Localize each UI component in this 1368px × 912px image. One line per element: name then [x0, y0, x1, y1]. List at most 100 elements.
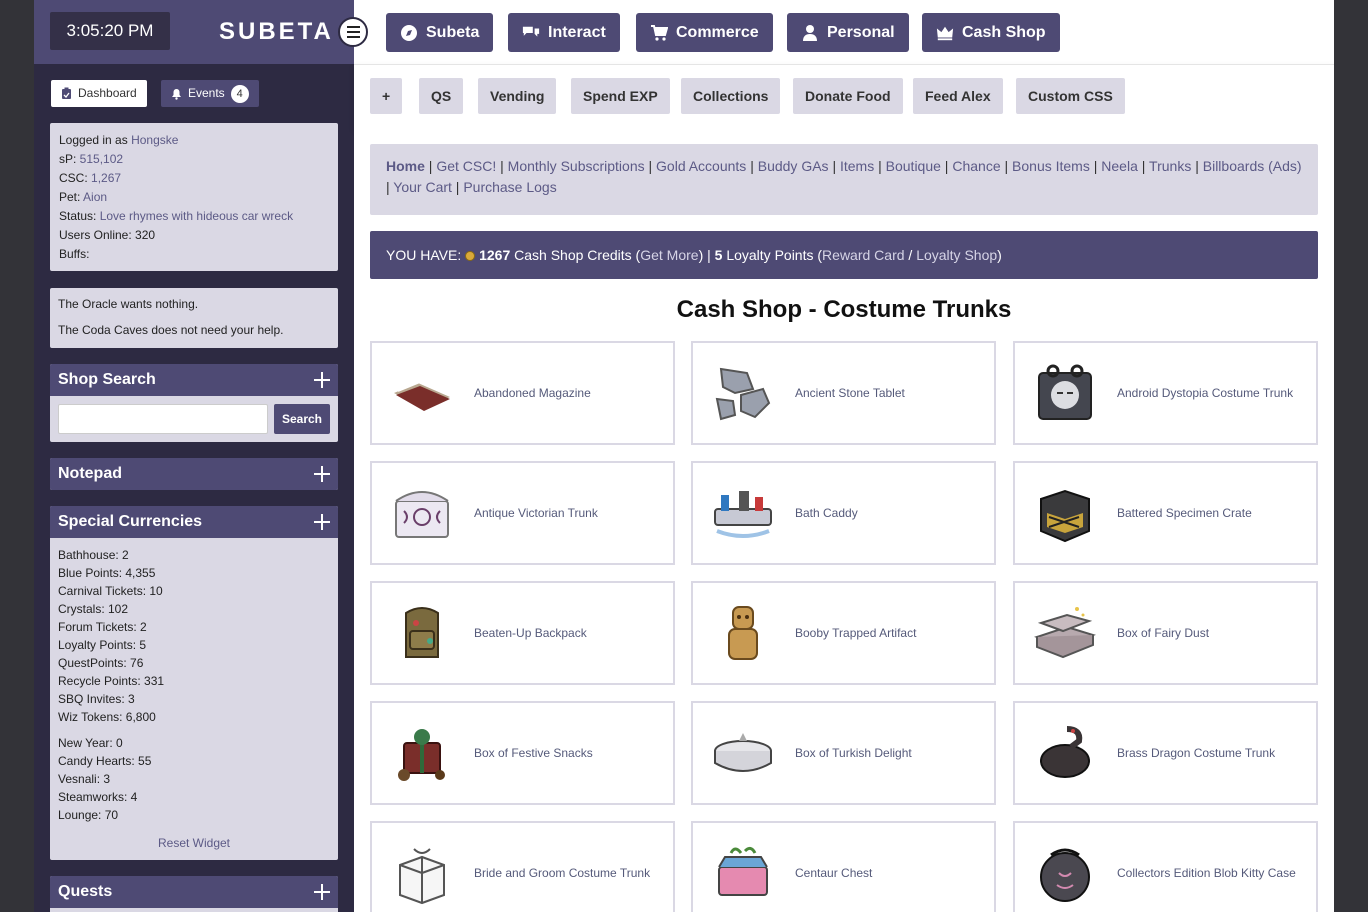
- turkish-delight-icon: [714, 733, 772, 772]
- hamburger-menu-button[interactable]: [338, 17, 368, 47]
- chat-icon: [522, 26, 540, 37]
- item-card[interactable]: Box of Turkish Delight: [691, 701, 996, 805]
- link-neela[interactable]: Neela: [1101, 158, 1138, 174]
- special-currencies-header[interactable]: Special Currencies: [50, 506, 338, 538]
- move-icon[interactable]: [314, 514, 330, 530]
- link-monthly-subscriptions[interactable]: Monthly Subscriptions: [508, 158, 645, 174]
- credits-value: 1267: [479, 247, 511, 263]
- subnav-donate-food[interactable]: Donate Food: [793, 78, 903, 114]
- notices-panel: The Oracle wants nothing. The Coda Caves…: [50, 288, 338, 348]
- idol-artifact-icon: [728, 606, 758, 660]
- currency-item: Loyalty Points: 5: [58, 638, 147, 652]
- link-bonus-items[interactable]: Bonus Items: [1012, 158, 1090, 174]
- fairy-dust-box-icon: [1034, 607, 1097, 659]
- backpack-icon: [405, 607, 439, 658]
- get-more-link[interactable]: Get More: [640, 247, 698, 263]
- subnav-spend-exp[interactable]: Spend EXP: [571, 78, 670, 114]
- pet-link[interactable]: Aion: [83, 190, 107, 204]
- currency-item: Bathhouse: 2: [58, 548, 129, 562]
- item-name: Beaten-Up Backpack: [474, 626, 587, 640]
- subnav-feed-alex[interactable]: Feed Alex: [913, 78, 1003, 114]
- shop-search-input[interactable]: [58, 404, 268, 434]
- coin-icon: [465, 251, 476, 261]
- cash-shop-links: Home | Get CSC! | Monthly Subscriptions …: [370, 144, 1318, 215]
- username-link[interactable]: Hongske: [131, 133, 178, 147]
- item-card[interactable]: Antique Victorian Trunk: [370, 461, 675, 565]
- item-name: Collectors Edition Blob Kitty Case: [1117, 866, 1296, 880]
- item-card[interactable]: Ancient Stone Tablet: [691, 341, 996, 445]
- item-card[interactable]: Booby Trapped Artifact: [691, 581, 996, 685]
- item-name: Bride and Groom Costume Trunk: [474, 866, 651, 880]
- festive-snacks-icon: [398, 729, 445, 781]
- page-title: Cash Shop - Costume Trunks: [676, 296, 1012, 323]
- site-logo[interactable]: SUBETA: [219, 18, 334, 46]
- events-button[interactable]: Events 4: [161, 80, 259, 107]
- reset-widget-link[interactable]: Reset Widget: [58, 834, 330, 852]
- nav-interact[interactable]: Interact: [508, 13, 620, 52]
- item-card[interactable]: Beaten-Up Backpack: [370, 581, 675, 685]
- item-card[interactable]: Android Dystopia Costume Trunk: [1013, 341, 1318, 445]
- subnav-custom-css[interactable]: Custom CSS: [1016, 78, 1125, 114]
- link-purchase-logs[interactable]: Purchase Logs: [463, 179, 556, 195]
- item-card[interactable]: Bath Caddy: [691, 461, 996, 565]
- quests-header[interactable]: Quests: [50, 876, 338, 908]
- item-card[interactable]: Box of Festive Snacks: [370, 701, 675, 805]
- currency-item: QuestPoints: 76: [58, 656, 144, 670]
- bell-icon: [172, 88, 181, 100]
- currency-item: SBQ Invites: 3: [58, 692, 135, 706]
- nav-personal[interactable]: Personal: [787, 13, 909, 52]
- shop-search-title: Shop Search: [58, 371, 156, 388]
- link-your-cart[interactable]: Your Cart: [393, 179, 452, 195]
- currency-item: Vesnali: 3: [58, 772, 111, 786]
- subnav-add-button[interactable]: +: [370, 78, 403, 114]
- item-card[interactable]: Brass Dragon Costume Trunk: [1013, 701, 1318, 805]
- link-chance[interactable]: Chance: [952, 158, 1000, 174]
- currency-item: Steamworks: 4: [58, 790, 138, 804]
- buffs-label: Buffs:: [59, 247, 90, 261]
- subnav-vending[interactable]: Vending: [478, 78, 557, 114]
- status-link[interactable]: Love rhymes with hideous car wreck: [100, 209, 293, 223]
- nav-cash-shop[interactable]: Cash Shop: [922, 13, 1060, 52]
- clock: 3:05:20 PM: [50, 12, 170, 50]
- csc-value-link[interactable]: 1,267: [91, 171, 121, 185]
- shop-search-header[interactable]: Shop Search: [50, 364, 338, 396]
- nav-commerce-label: Commerce: [676, 23, 759, 41]
- dashboard-button[interactable]: Dashboard: [51, 80, 147, 107]
- nav-interact-label: Interact: [548, 23, 606, 41]
- item-card[interactable]: Bride and Groom Costume Trunk: [370, 821, 675, 912]
- page-edge: [1334, 0, 1368, 912]
- item-card[interactable]: Box of Fairy Dust: [1013, 581, 1318, 685]
- link-boutique[interactable]: Boutique: [886, 158, 941, 174]
- link-gold-accounts[interactable]: Gold Accounts: [656, 158, 746, 174]
- nav-subeta[interactable]: Subeta: [386, 13, 494, 52]
- item-card[interactable]: Collectors Edition Blob Kitty Case: [1013, 821, 1318, 912]
- loyalty-shop-link[interactable]: Loyalty Shop: [916, 247, 997, 263]
- link-trunks[interactable]: Trunks: [1149, 158, 1191, 174]
- link-items[interactable]: Items: [840, 158, 874, 174]
- item-name: Box of Fairy Dust: [1117, 626, 1210, 640]
- sp-value-link[interactable]: 515,102: [80, 152, 123, 166]
- move-icon[interactable]: [314, 466, 330, 482]
- link-home[interactable]: Home: [386, 158, 425, 174]
- item-card[interactable]: Battered Specimen Crate: [1013, 461, 1318, 565]
- item-card[interactable]: Abandoned Magazine: [370, 341, 675, 445]
- nav-commerce[interactable]: Commerce: [636, 13, 773, 52]
- reward-card-link[interactable]: Reward Card: [822, 247, 904, 263]
- subnav-collections[interactable]: Collections: [681, 78, 781, 114]
- notepad-header[interactable]: Notepad: [50, 458, 338, 490]
- currency-item: Carnival Tickets: 10: [58, 584, 163, 598]
- centaur-chest-icon: [718, 846, 768, 896]
- move-icon[interactable]: [314, 372, 330, 388]
- shop-search-button[interactable]: Search: [274, 404, 330, 434]
- link-billboards[interactable]: Billboards (Ads): [1203, 158, 1302, 174]
- you-have-label: YOU HAVE:: [386, 247, 466, 263]
- sidebar: 3:05:20 PM SUBETA Dashboard Events 4 Log…: [34, 0, 354, 912]
- link-get-csc[interactable]: Get CSC!: [436, 158, 496, 174]
- link-buddy-gas[interactable]: Buddy GAs: [758, 158, 829, 174]
- currency-item: Forum Tickets: 2: [58, 620, 147, 634]
- subnav-qs[interactable]: QS: [419, 78, 464, 114]
- crown-icon: [936, 26, 954, 40]
- item-card[interactable]: Centaur Chest: [691, 821, 996, 912]
- move-icon[interactable]: [314, 884, 330, 900]
- special-currencies-title: Special Currencies: [58, 513, 203, 530]
